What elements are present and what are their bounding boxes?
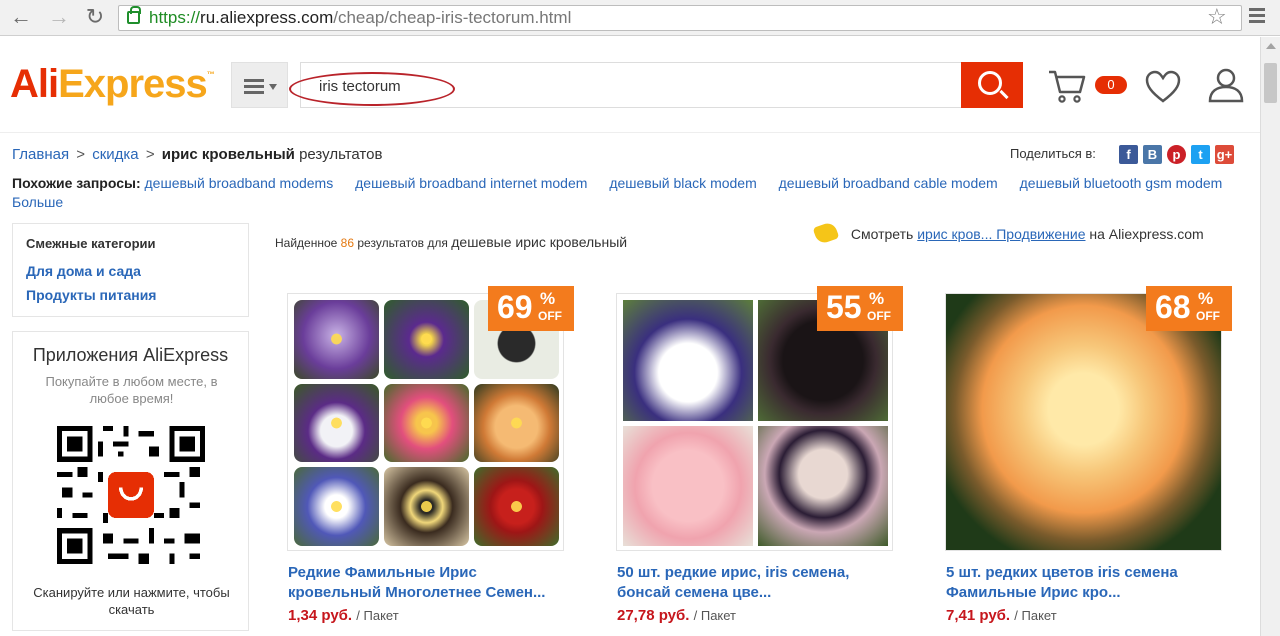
page-scrollbar[interactable]: [1260, 37, 1280, 636]
category-link-home-garden[interactable]: Для дома и сада: [26, 263, 141, 279]
breadcrumb-tail: результатов: [299, 146, 383, 163]
breadcrumb-discount-link[interactable]: скидка: [92, 146, 138, 163]
results-count-mid: результатов для: [357, 236, 448, 250]
product-image[interactable]: [616, 293, 893, 551]
browser-menu-icon[interactable]: [1249, 8, 1265, 26]
url-path: /cheap/cheap-iris-tectorum.html: [333, 8, 572, 27]
logo-ali-text: Ali: [10, 62, 59, 106]
breadcrumb-current: ирис кровельный: [161, 146, 295, 163]
google-plus-icon[interactable]: g+: [1215, 145, 1234, 164]
scroll-up-arrow-icon[interactable]: [1266, 43, 1276, 49]
related-search-link[interactable]: дешевый broadband cable modem: [779, 175, 998, 191]
cart-icon[interactable]: [1047, 68, 1087, 104]
twitter-icon[interactable]: t: [1191, 145, 1210, 164]
search-button[interactable]: [961, 62, 1023, 108]
breadcrumb: Главная > скидка > ирис кровельный резул…: [12, 146, 382, 163]
results-count-prefix: Найденное: [275, 236, 338, 250]
product-title[interactable]: Редкие Фамильные Ирис кровельный Многоле…: [288, 563, 563, 603]
promo-suffix: на Aliexpress.com: [1089, 226, 1204, 242]
results-query: дешевые ирис кровельный: [451, 234, 628, 250]
promo-line: Смотреть ирис кров... Продвижение на Ali…: [812, 221, 1204, 246]
lock-icon: [127, 6, 141, 24]
discount-badge: 69 % OFF: [488, 286, 574, 331]
reload-icon[interactable]: ↻: [82, 4, 108, 30]
search-input[interactable]: [319, 75, 919, 97]
vk-icon[interactable]: B: [1143, 145, 1162, 164]
wishlist-heart-icon[interactable]: [1145, 70, 1181, 104]
forward-arrow-icon[interactable]: →: [46, 4, 72, 30]
related-categories-panel: Смежные категории Для дома и сада Продук…: [12, 223, 249, 317]
app-promo-caption: Сканируйте или нажмите, чтобы скачать: [33, 585, 230, 617]
browser-toolbar: ← → ↻ https://ru.aliexpress.com/cheap/ch…: [0, 0, 1280, 36]
pinterest-icon[interactable]: p: [1167, 145, 1186, 164]
product-price: 1,34 руб. / Пакет: [288, 607, 399, 624]
scroll-thumb[interactable]: [1264, 63, 1277, 103]
back-arrow-icon[interactable]: ←: [8, 4, 34, 30]
breadcrumb-home-link[interactable]: Главная: [12, 146, 69, 163]
app-promo-panel: Приложения AliExpress Покупайте в любом …: [12, 331, 249, 631]
related-search-link[interactable]: дешевый broadband modems: [145, 175, 334, 191]
app-promo-title: Приложения AliExpress: [32, 345, 229, 365]
related-more-link[interactable]: Больше: [12, 194, 63, 210]
bookmark-star-icon[interactable]: ☆: [1207, 4, 1227, 30]
related-search-link[interactable]: дешевый black modem: [609, 175, 756, 191]
share-icons: f Bp t g+: [1119, 145, 1239, 164]
logo-trademark: ™: [206, 70, 215, 79]
chevron-down-icon: [269, 84, 277, 90]
logo-express-text: Express: [58, 62, 208, 106]
results-count: Найденное 86 результатов для дешевые ири…: [275, 234, 627, 250]
breadcrumb-separator: >: [145, 146, 155, 163]
header-divider: [0, 132, 1260, 133]
product-image[interactable]: [945, 293, 1222, 551]
hamburger-icon: [244, 79, 264, 97]
related-categories-title: Смежные категории: [26, 236, 156, 251]
user-account-icon[interactable]: [1207, 67, 1245, 103]
gift-icon: [812, 221, 840, 246]
facebook-icon[interactable]: f: [1119, 145, 1138, 164]
product-price: 7,41 руб. / Пакет: [946, 607, 1057, 624]
related-searches-label: Похожие запросы:: [12, 175, 141, 191]
related-search-link[interactable]: дешевый bluetooth gsm modem: [1020, 175, 1223, 191]
address-bar[interactable]: https://ru.aliexpress.com/cheap/cheap-ir…: [118, 5, 1242, 31]
share-label: Поделиться в:: [1010, 146, 1096, 161]
cart-count-badge: 0: [1095, 76, 1127, 94]
discount-badge: 68 % OFF: [1146, 286, 1232, 331]
aliexpress-logo[interactable]: AliExpress™: [10, 62, 215, 107]
related-searches: Похожие запросы: дешевый broadband modem…: [12, 174, 1252, 212]
url-scheme: https://: [149, 8, 201, 27]
product-title[interactable]: 5 шт. редких цветов iris семена Фамильны…: [946, 563, 1221, 603]
results-count-number: 86: [340, 236, 355, 250]
related-search-link[interactable]: дешевый broadband internet modem: [355, 175, 587, 191]
promo-link[interactable]: ирис кров... Продвижение: [917, 226, 1085, 242]
url-domain: ru.aliexpress.com: [200, 8, 334, 27]
categories-menu-button[interactable]: [231, 62, 288, 108]
product-image[interactable]: [287, 293, 564, 551]
search-box: [289, 62, 961, 108]
qr-code[interactable]: [57, 426, 205, 564]
category-link-food[interactable]: Продукты питания: [26, 287, 156, 303]
breadcrumb-separator: >: [76, 146, 86, 163]
app-promo-subtitle: Покупайте в любом месте, в любое время!: [45, 374, 218, 406]
product-price: 27,78 руб. / Пакет: [617, 607, 737, 624]
discount-badge: 55 % OFF: [817, 286, 903, 331]
product-title[interactable]: 50 шт. редкие ирис, iris семена, бонсай …: [617, 563, 892, 603]
promo-prefix: Смотреть: [850, 226, 914, 242]
